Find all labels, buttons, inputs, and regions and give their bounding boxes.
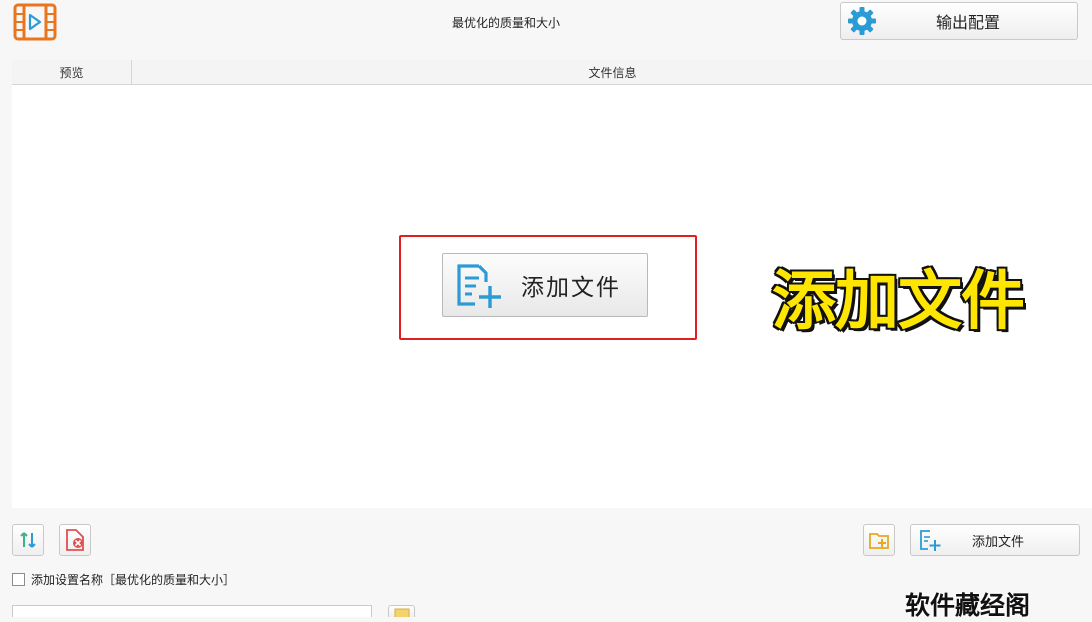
sort-arrows-icon	[18, 530, 38, 550]
center-add-file-button[interactable]: 添加文件	[442, 253, 648, 317]
column-header-preview[interactable]: 预览	[12, 60, 132, 84]
folder-icon	[394, 607, 410, 617]
add-folder-icon	[868, 529, 890, 551]
browse-folder-button[interactable]	[388, 605, 415, 617]
gear-icon	[845, 4, 879, 38]
add-file-icon	[917, 528, 941, 552]
preset-name-checkbox[interactable]	[12, 573, 25, 586]
column-header-file-info[interactable]: 文件信息	[132, 60, 1092, 84]
file-list-header: 预览 文件信息	[12, 60, 1092, 85]
delete-file-icon	[64, 528, 86, 552]
preset-name-label: 添加设置名称［最优化的质量和大小］	[31, 571, 235, 588]
caption-overlay: 添加文件	[772, 250, 1024, 342]
sort-button[interactable]	[12, 524, 44, 556]
watermark-text: 软件藏经阁	[905, 586, 1030, 622]
add-file-icon	[449, 258, 503, 312]
output-config-button[interactable]: 输出配置	[840, 2, 1078, 40]
add-file-label: 添加文件	[941, 531, 1079, 550]
center-add-file-label: 添加文件	[503, 268, 647, 302]
output-config-label: 输出配置	[879, 9, 1077, 33]
add-folder-button[interactable]	[863, 524, 895, 556]
add-file-button[interactable]: 添加文件	[910, 524, 1080, 556]
output-path-field[interactable]	[12, 605, 372, 617]
delete-button[interactable]	[59, 524, 91, 556]
